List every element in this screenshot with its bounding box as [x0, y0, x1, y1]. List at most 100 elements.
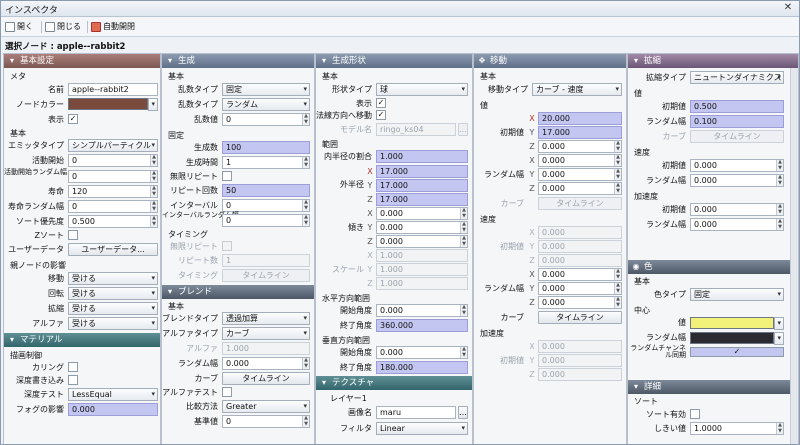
spinner-icon[interactable]: ▲ ▼: [460, 236, 467, 247]
model-browse-button[interactable]: …: [458, 123, 468, 136]
spinner-icon[interactable]: ▲ ▼: [302, 114, 309, 125]
alpha-test-checkbox[interactable]: [222, 387, 232, 397]
image-name-field[interactable]: maru: [376, 406, 456, 419]
parent-rotate-dropdown[interactable]: 受ける ▾: [68, 287, 158, 300]
outer-z-field[interactable]: 17.000: [376, 193, 468, 206]
spinner-icon[interactable]: ▲ ▼: [460, 305, 467, 316]
move-type-dropdown[interactable]: カーブ - 速度 ▾: [532, 83, 622, 96]
velocity-range-z-field[interactable]: 0.000 ▲ ▼: [538, 296, 622, 309]
spinner-icon[interactable]: ▲ ▼: [150, 216, 157, 227]
alpha-field[interactable]: 1.000: [222, 342, 310, 355]
move-init-y-field[interactable]: 17.000: [538, 126, 622, 139]
velocity-init-z-field[interactable]: 0.000: [538, 254, 622, 267]
spinner-icon[interactable]: ▲ ▼: [614, 183, 621, 194]
color-header[interactable]: ◉ 色: [628, 260, 798, 274]
accel-init-x-field[interactable]: 0.000: [538, 340, 622, 353]
generation-header[interactable]: ▾ 生成: [162, 54, 314, 68]
scale-accel-range-field[interactable]: 0.000 ▲ ▼: [690, 218, 784, 231]
life-range-field[interactable]: 0 ▲ ▼: [68, 200, 158, 213]
velocity-range-x-field[interactable]: 0.000 ▲ ▼: [538, 268, 622, 281]
outer-y-field[interactable]: 17.000: [376, 179, 468, 192]
open-button[interactable]: 開く: [5, 20, 33, 34]
compare-dropdown[interactable]: Greater ▾: [222, 400, 310, 413]
image-browse-button[interactable]: …: [458, 406, 468, 419]
outer-x-field[interactable]: 17.000: [376, 165, 468, 178]
count-field[interactable]: 100: [222, 141, 310, 154]
scale-header[interactable]: ▾ 拡縮: [628, 54, 798, 68]
repeat-count-field[interactable]: 50: [222, 184, 310, 197]
scale-range-field[interactable]: 0.100: [690, 115, 784, 128]
activity-start-field[interactable]: 0 ▲ ▼: [68, 154, 158, 167]
zsort-checkbox[interactable]: [68, 230, 78, 240]
spinner-icon[interactable]: ▲ ▼: [460, 222, 467, 233]
blend-header[interactable]: ▾ ブレンド: [162, 285, 314, 299]
move-init-x-field[interactable]: 20.000: [538, 112, 622, 125]
panel-scrollbar[interactable]: [790, 68, 798, 444]
spinner-icon[interactable]: ▲ ▼: [776, 219, 783, 230]
seed-field[interactable]: 0 ▲ ▼: [222, 113, 310, 126]
threshold-field[interactable]: 1.0000 ▲ ▼: [690, 422, 784, 435]
inner-radius-field[interactable]: 1.000: [376, 150, 468, 163]
accel-init-z-field[interactable]: 0.000: [538, 368, 622, 381]
gen-type-dropdown[interactable]: 固定 ▾: [222, 83, 310, 96]
shape-header[interactable]: ▾ 生成形状: [316, 54, 472, 68]
spinner-icon[interactable]: ▲ ▼: [614, 155, 621, 166]
window-close-button[interactable]: ✕: [781, 2, 795, 14]
timing-repeat-field[interactable]: 1: [222, 254, 310, 267]
tilt-x-field[interactable]: 0.000 ▲ ▼: [376, 207, 468, 220]
spinner-icon[interactable]: ▲ ▼: [150, 186, 157, 197]
spinner-icon[interactable]: ▲ ▼: [460, 347, 467, 358]
node-color-dropdown[interactable]: ▾: [148, 98, 158, 111]
tilt-z-field[interactable]: 0.000 ▲ ▼: [376, 235, 468, 248]
material-header[interactable]: ▾ マテリアル: [4, 333, 160, 347]
auto-open-button[interactable]: 自動開閉: [91, 20, 135, 34]
spinner-icon[interactable]: ▲ ▼: [776, 175, 783, 186]
h-end-field[interactable]: 360.000: [376, 319, 468, 332]
node-color-swatch[interactable]: [68, 98, 148, 110]
parent-alpha-dropdown[interactable]: 受ける ▾: [68, 317, 158, 330]
spinner-icon[interactable]: ▲ ▼: [614, 141, 621, 152]
detail-header[interactable]: ▾ 詳細: [628, 380, 798, 394]
spinner-icon[interactable]: ▲ ▼: [614, 283, 621, 294]
tilt-y-field[interactable]: 0.000 ▲ ▼: [376, 221, 468, 234]
gen-time-field[interactable]: 1 ▲ ▼: [222, 156, 310, 169]
spinner-icon[interactable]: ▲ ▼: [302, 358, 309, 369]
texture-header[interactable]: ▾ テクスチャ: [316, 376, 472, 390]
scale-type-dropdown[interactable]: ニュートンダイナミクス ▾: [690, 71, 784, 84]
spinner-icon[interactable]: ▲ ▼: [302, 416, 309, 427]
channel-sync-checkbox[interactable]: ✓: [690, 347, 784, 357]
spinner-icon[interactable]: ▲ ▼: [460, 208, 467, 219]
parent-scale-dropdown[interactable]: 受ける ▾: [68, 302, 158, 315]
interval-range-field[interactable]: 0 ▲ ▼: [222, 214, 310, 227]
scale-y-field[interactable]: 1.000: [376, 263, 468, 276]
color-value-swatch[interactable]: [690, 317, 774, 329]
scale-timeline-button[interactable]: タイムライン: [690, 130, 784, 143]
spinner-icon[interactable]: ▲ ▼: [776, 204, 783, 215]
color-value-dropdown[interactable]: ▾: [774, 317, 784, 330]
velocity-timeline-button[interactable]: タイムライン: [538, 311, 622, 324]
spinner-icon[interactable]: ▲ ▼: [150, 201, 157, 212]
depth-write-checkbox[interactable]: [68, 375, 78, 385]
scale-x-field[interactable]: 1.000: [376, 249, 468, 262]
velocity-init-x-field[interactable]: 0.000: [538, 226, 622, 239]
life-field[interactable]: 120 ▲ ▼: [68, 185, 158, 198]
fog-field[interactable]: 0.000: [68, 403, 158, 416]
color-type-dropdown[interactable]: 固定 ▾: [690, 288, 784, 301]
timing-timeline-button[interactable]: タイムライン: [222, 269, 310, 282]
userdata-button[interactable]: ユーザーデータ...: [68, 243, 158, 256]
scale-z-field[interactable]: 1.000: [376, 277, 468, 290]
v-end-field[interactable]: 180.000: [376, 361, 468, 374]
scale-init-field[interactable]: 0.500: [690, 100, 784, 113]
move-range-x-field[interactable]: 0.000 ▲ ▼: [538, 154, 622, 167]
blend-type-dropdown[interactable]: 透過加算 ▾: [222, 312, 310, 325]
shape-type-dropdown[interactable]: 球 ▾: [376, 83, 468, 96]
color-range-swatch[interactable]: [690, 332, 774, 344]
spinner-icon[interactable]: ▲ ▼: [614, 297, 621, 308]
name-field[interactable]: apple--rabbit2: [68, 83, 158, 96]
normal-move-checkbox[interactable]: ✓: [376, 110, 386, 120]
sort-enable-checkbox[interactable]: [690, 409, 700, 419]
move-header[interactable]: ✥ 移動: [474, 54, 626, 68]
scale-velocity-range-field[interactable]: 0.000 ▲ ▼: [690, 174, 784, 187]
spinner-icon[interactable]: ▲ ▼: [302, 157, 309, 168]
model-name-field[interactable]: ringo_ks04: [376, 123, 456, 136]
